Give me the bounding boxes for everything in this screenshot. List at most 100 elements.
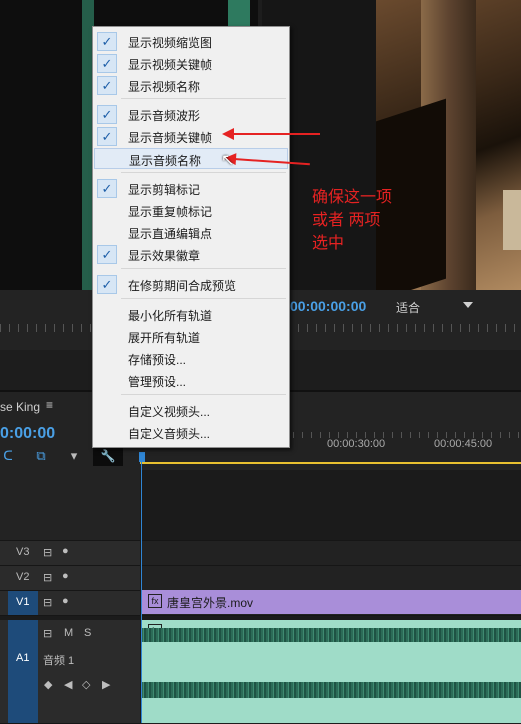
checkmark-icon: ✓ bbox=[97, 179, 117, 198]
prev-keyframe-icon[interactable]: ◀ bbox=[64, 678, 72, 691]
track-header-empty bbox=[0, 470, 140, 541]
menu-item-label: 显示视频缩览图 bbox=[128, 36, 213, 50]
menu-item[interactable]: ✓ 显示效果徽章 bbox=[94, 244, 288, 265]
track-label-v1: V1 bbox=[16, 596, 30, 608]
ruler-time-label: 00:00:30:00 bbox=[327, 438, 386, 450]
menu-item-label: 显示直通编辑点 bbox=[128, 227, 213, 241]
track-header-v1[interactable]: V1 ⊟ ● bbox=[0, 591, 140, 616]
menu-item[interactable]: 自定义音频头... bbox=[94, 422, 288, 443]
eye-icon[interactable]: ● bbox=[62, 595, 69, 607]
menu-item[interactable]: ✓ 显示音频波形 bbox=[94, 104, 288, 125]
work-area-bar[interactable] bbox=[140, 462, 521, 464]
sync-lock-icon[interactable]: ⊟ bbox=[43, 596, 52, 609]
fit-zoom-value: 适合 bbox=[396, 301, 421, 315]
checkmark-icon: ✓ bbox=[97, 105, 117, 124]
next-keyframe-icon[interactable]: ▶ bbox=[102, 678, 110, 691]
menu-item[interactable]: 自定义视频头... bbox=[94, 400, 288, 421]
chevron-down-icon bbox=[463, 302, 473, 308]
annotation-line: 确保这一项 bbox=[312, 189, 393, 206]
menu-item[interactable]: ✓ 显示音频关键帧 bbox=[94, 126, 288, 147]
menu-item-label: 显示剪辑标记 bbox=[128, 183, 201, 197]
sync-lock-icon[interactable]: ⊟ bbox=[43, 546, 52, 559]
menu-item-label: 存储预设... bbox=[128, 353, 187, 367]
sequence-tab[interactable]: se King bbox=[0, 400, 40, 414]
ruler-time-label: 00:00:45:00 bbox=[434, 438, 493, 450]
playhead[interactable] bbox=[139, 452, 145, 462]
menu-item-label: 显示音频名称 bbox=[129, 154, 202, 168]
linked-selection-icon[interactable]: ⧉ bbox=[33, 448, 49, 464]
checkmark-icon: ✓ bbox=[97, 54, 117, 73]
checkmark-icon: ✓ bbox=[97, 76, 117, 95]
track-area-empty bbox=[141, 470, 521, 541]
menu-item-label: 显示重复帧标记 bbox=[128, 205, 213, 219]
add-keyframe-icon[interactable]: ◇ bbox=[82, 678, 90, 691]
eye-icon[interactable]: ● bbox=[62, 570, 69, 582]
menu-item-label: 显示音频波形 bbox=[128, 109, 201, 123]
menu-item-label: 显示音频关键帧 bbox=[128, 131, 213, 145]
track-area-v3[interactable] bbox=[141, 541, 521, 566]
add-marker-icon[interactable]: ▾ bbox=[66, 448, 82, 464]
timeline-settings-wrench-icon[interactable]: 🔧 bbox=[93, 446, 123, 466]
menu-separator bbox=[121, 298, 286, 299]
video-clip-name: 唐皇宫外景.mov bbox=[167, 596, 254, 610]
mute-button[interactable]: M bbox=[64, 627, 73, 639]
sync-lock-icon[interactable]: ⊟ bbox=[43, 571, 52, 584]
menu-item-label: 展开所有轨道 bbox=[128, 331, 201, 345]
track-label-a1: A1 bbox=[16, 652, 30, 664]
solo-button[interactable]: S bbox=[84, 627, 91, 639]
mouse-cursor-icon: ↖ bbox=[221, 152, 235, 169]
menu-item-label: 显示视频名称 bbox=[128, 80, 201, 94]
annotation-line: 选中 bbox=[312, 235, 345, 252]
program-video-frame bbox=[376, 0, 521, 290]
audio-waveform bbox=[141, 628, 521, 642]
track-header-v2[interactable]: V2 ⊟ ● bbox=[0, 566, 140, 591]
playhead-line bbox=[141, 462, 142, 723]
program-timecode[interactable]: 00:00:00:00 bbox=[290, 298, 366, 314]
menu-item[interactable]: ✓ 显示视频关键帧 bbox=[94, 53, 288, 74]
track-area-v2[interactable] bbox=[141, 566, 521, 591]
annotation-arrow-1 bbox=[222, 128, 320, 140]
menu-item-label: 显示视频关键帧 bbox=[128, 58, 213, 72]
annotation-text: 确保这一项 或者 两项 选中 bbox=[312, 186, 392, 255]
menu-item[interactable]: 管理预设... bbox=[94, 370, 288, 391]
menu-item[interactable]: ✓ 在修剪期间合成预览 bbox=[94, 274, 288, 295]
snap-icon[interactable]: ᑕ bbox=[0, 448, 16, 464]
checkmark-icon: ✓ bbox=[97, 275, 117, 294]
annotation-line: 或者 两项 bbox=[312, 212, 381, 229]
menu-separator bbox=[121, 172, 286, 173]
track-header-a1[interactable]: A1 ⊟ M S 音频 1 ◆ ◀ ◇ ▶ bbox=[0, 620, 140, 724]
menu-separator bbox=[121, 98, 286, 99]
menu-item[interactable]: 显示重复帧标记 bbox=[94, 200, 288, 221]
sync-lock-icon[interactable]: ⊟ bbox=[43, 627, 52, 640]
checkmark-icon: ✓ bbox=[97, 245, 117, 264]
menu-item[interactable]: ✓ 显示剪辑标记 bbox=[94, 178, 288, 199]
fit-zoom-select[interactable]: 适合 bbox=[389, 298, 479, 316]
menu-item-label: 最小化所有轨道 bbox=[128, 309, 213, 323]
track-header-v3[interactable]: V3 ⊟ ● bbox=[0, 541, 140, 566]
menu-item[interactable]: 展开所有轨道 bbox=[94, 326, 288, 347]
menu-item-label: 在修剪期间合成预览 bbox=[128, 279, 237, 293]
menu-item[interactable]: ✓ 显示视频缩览图 bbox=[94, 31, 288, 52]
panel-menu-icon[interactable]: ≡ bbox=[46, 398, 53, 412]
menu-item[interactable]: ✓ 显示视频名称 bbox=[94, 75, 288, 96]
audio-track-name: 音频 1 bbox=[43, 655, 75, 667]
checkmark-icon: ✓ bbox=[97, 127, 117, 146]
menu-item-label: 显示效果徽章 bbox=[128, 249, 201, 263]
checkmark-icon: ✓ bbox=[97, 32, 117, 51]
keyframe-icon[interactable]: ◆ bbox=[44, 678, 52, 691]
video-clip[interactable]: fx 唐皇宫外景.mov bbox=[141, 590, 521, 614]
menu-item[interactable]: 最小化所有轨道 bbox=[94, 304, 288, 325]
menu-item[interactable]: 存储预设... bbox=[94, 348, 288, 369]
eye-icon[interactable]: ● bbox=[62, 545, 69, 557]
menu-item-label: 自定义音频头... bbox=[128, 427, 211, 441]
menu-item[interactable]: 显示直通编辑点 bbox=[94, 222, 288, 243]
menu-separator bbox=[121, 268, 286, 269]
track-label-v3: V3 bbox=[16, 546, 30, 558]
source-patch-a1[interactable] bbox=[8, 620, 38, 723]
track-label-v2: V2 bbox=[16, 571, 30, 583]
menu-item-label: 自定义视频头... bbox=[128, 405, 211, 419]
audio-clip[interactable]: fx bbox=[141, 620, 521, 723]
timeline-timecode[interactable]: 0:00:00 bbox=[0, 425, 55, 443]
timeline-display-settings-menu: ✓ 显示视频缩览图 ✓ 显示视频关键帧 ✓ 显示视频名称 ✓ 显示音频波形 ✓ 显示音频关键帧 显示… bbox=[92, 26, 290, 448]
menu-item[interactable]: 显示音频名称 bbox=[94, 148, 288, 169]
